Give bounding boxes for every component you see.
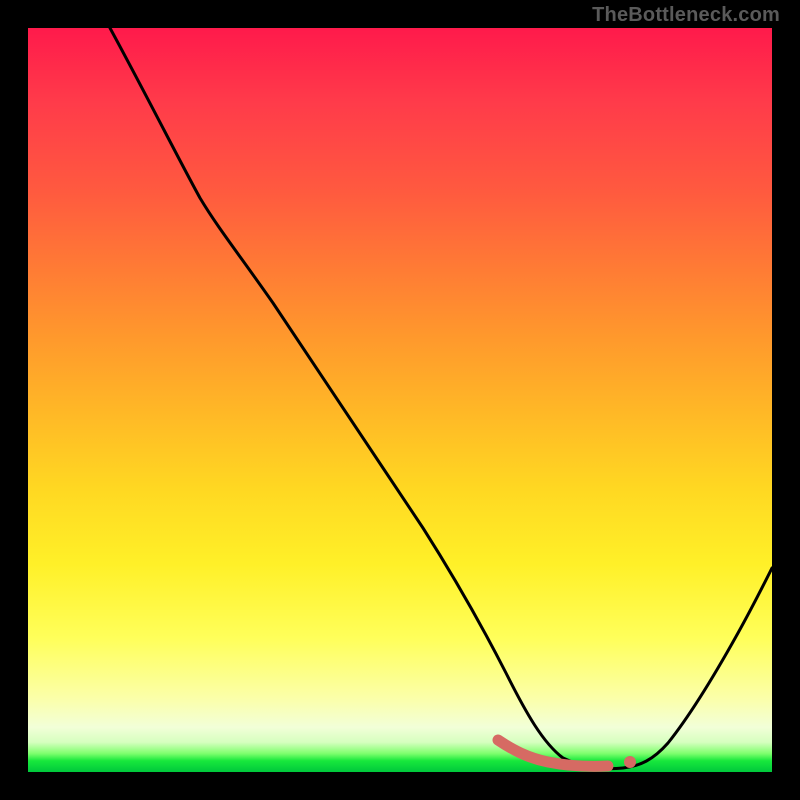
highlight-end-dot bbox=[624, 756, 636, 768]
chart-frame: TheBottleneck.com bbox=[0, 0, 800, 800]
watermark-text: TheBottleneck.com bbox=[592, 4, 780, 27]
highlight-segment bbox=[498, 740, 608, 766]
bottleneck-curve bbox=[110, 28, 772, 769]
curve-layer bbox=[28, 28, 772, 772]
plot-area bbox=[28, 28, 772, 772]
